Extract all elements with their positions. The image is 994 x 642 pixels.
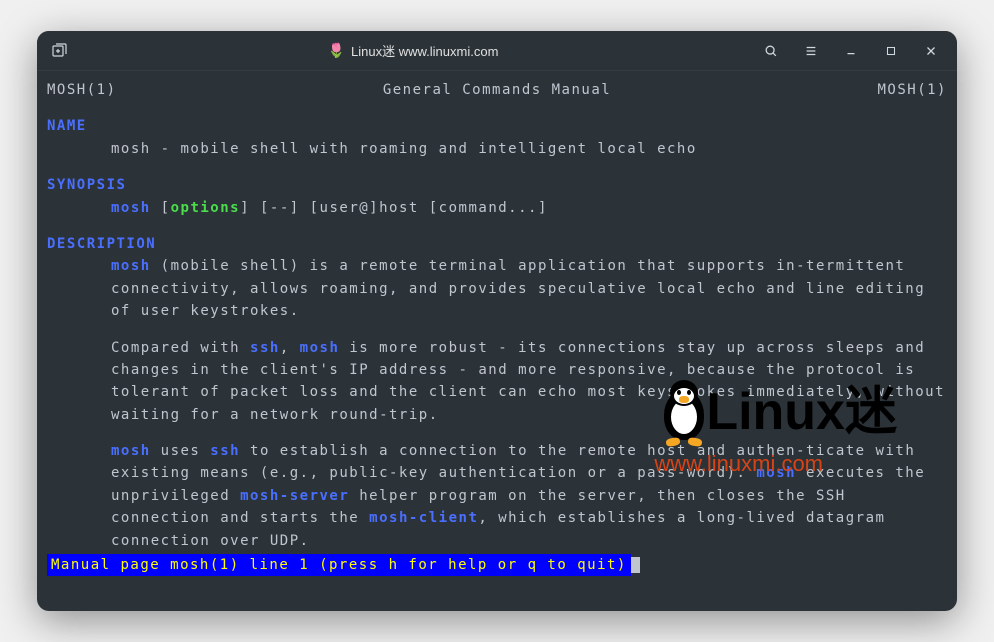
- para2-mid1: ,: [280, 340, 300, 356]
- description-para1: mosh (mobile shell) is a remote terminal…: [47, 255, 947, 322]
- tulip-icon: 🌷: [328, 42, 345, 59]
- synopsis-rest: ] [--] [user@]host [command...]: [240, 200, 548, 216]
- man-header-right: MOSH(1): [877, 79, 947, 101]
- man-header-left: MOSH(1): [47, 79, 117, 101]
- title-text: Linux迷 www.linuxmi.com: [351, 41, 498, 60]
- close-button[interactable]: [913, 37, 949, 65]
- section-synopsis: SYNOPSIS: [47, 174, 947, 196]
- man-header: MOSH(1) General Commands Manual MOSH(1): [47, 79, 947, 101]
- synopsis-options: options: [171, 200, 241, 216]
- section-name: NAME: [47, 115, 947, 137]
- para2-ssh: ssh: [250, 340, 280, 356]
- window-title: 🌷 Linux迷 www.linuxmi.com: [73, 41, 753, 60]
- titlebar: 🌷 Linux迷 www.linuxmi.com: [37, 31, 957, 71]
- status-bar: Manual page mosh(1) line 1 (press h for …: [47, 554, 631, 576]
- para2-mosh: mosh: [300, 340, 340, 356]
- cursor: [631, 557, 640, 573]
- synopsis-cmd: mosh: [111, 200, 151, 216]
- minimize-button[interactable]: [833, 37, 869, 65]
- para3-server: mosh-server: [240, 488, 349, 504]
- para3-mid1: uses: [151, 443, 211, 459]
- para1-text: (mobile shell) is a remote terminal appl…: [111, 258, 925, 319]
- para1-cmd: mosh: [111, 258, 151, 274]
- search-button[interactable]: [753, 37, 789, 65]
- para3-cmd2: mosh: [756, 465, 796, 481]
- para3-cmd: mosh: [111, 443, 151, 459]
- para3-client: mosh-client: [369, 510, 478, 526]
- maximize-button[interactable]: [873, 37, 909, 65]
- terminal-window: 🌷 Linux迷 www.linuxmi.com: [37, 31, 957, 611]
- para3-ssh: ssh: [210, 443, 240, 459]
- terminal-content[interactable]: MOSH(1) General Commands Manual MOSH(1) …: [37, 71, 957, 611]
- description-para2: Compared with ssh, mosh is more robust -…: [47, 337, 947, 427]
- synopsis-line: mosh [options] [--] [user@]host [command…: [47, 197, 947, 219]
- section-description: DESCRIPTION: [47, 233, 947, 255]
- status-line-wrap: Manual page mosh(1) line 1 (press h for …: [47, 552, 947, 576]
- man-header-center: General Commands Manual: [383, 79, 611, 101]
- new-tab-button[interactable]: [45, 37, 73, 65]
- para2-prefix: Compared with: [111, 340, 250, 356]
- menu-button[interactable]: [793, 37, 829, 65]
- description-para3: mosh uses ssh to establish a connection …: [47, 440, 947, 552]
- name-line: mosh - mobile shell with roaming and int…: [47, 138, 947, 160]
